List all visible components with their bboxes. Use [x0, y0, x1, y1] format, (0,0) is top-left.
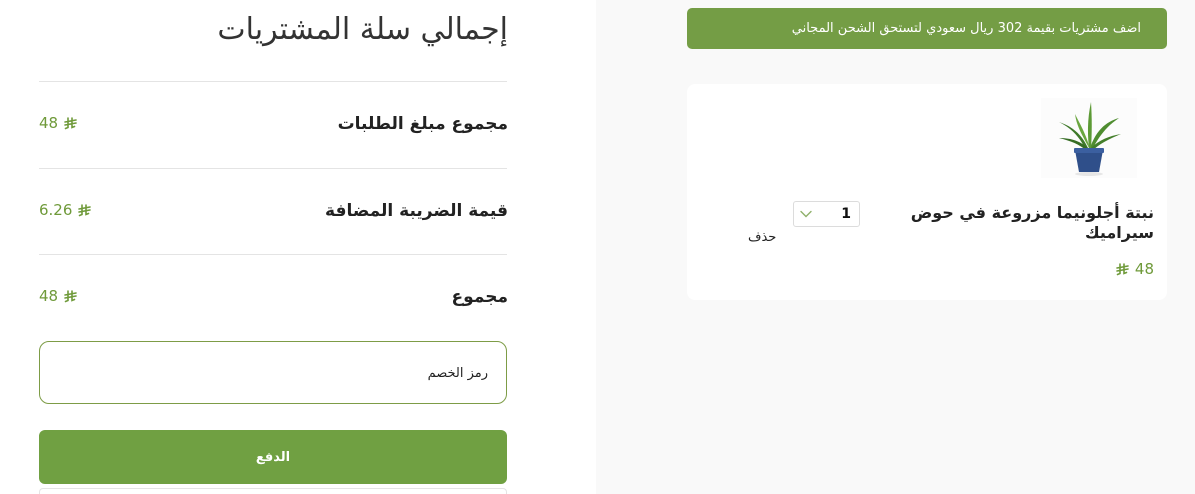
total-value: 48 — [39, 287, 77, 305]
quantity-select[interactable]: 1 — [793, 201, 860, 227]
product-price: 48 — [1116, 260, 1154, 278]
vat-label: قيمة الضريبة المضافة — [325, 201, 508, 221]
product-name[interactable]: نبتة أجلونيما مزروعة في حوض سيراميك — [904, 203, 1154, 243]
vat-value: 6.26 — [39, 201, 92, 219]
potted-plant-image — [1041, 98, 1137, 178]
divider — [39, 254, 507, 255]
quantity-value: 1 — [841, 206, 851, 222]
subtotal-amount: 48 — [39, 114, 59, 132]
order-summary-panel: إجمالي سلة المشتريات مجموع مبلغ الطلبات … — [0, 0, 596, 494]
product-price-amount: 48 — [1134, 260, 1154, 278]
subtotal-label: مجموع مبلغ الطلبات — [337, 114, 508, 134]
pay-button[interactable]: الدفع — [39, 430, 507, 484]
riyal-currency-icon — [78, 203, 92, 216]
secondary-button-edge — [39, 488, 507, 494]
total-label: مجموع — [451, 287, 508, 307]
divider — [39, 168, 507, 169]
coupon-input[interactable] — [52, 356, 504, 390]
total-amount: 48 — [39, 287, 59, 305]
subtotal-value: 48 — [39, 114, 77, 132]
cart-item: نبتة أجلونيما مزروعة في حوض سيراميك 48 1… — [687, 84, 1167, 300]
page-title: إجمالي سلة المشتريات — [217, 12, 508, 47]
riyal-currency-icon — [64, 289, 77, 302]
cart-panel: اضف مشتريات بقيمة 302 ريال سعودي لتستحق … — [596, 0, 1195, 494]
delete-item-link[interactable]: حذف — [748, 230, 776, 245]
vat-amount: 6.26 — [39, 201, 73, 219]
divider — [39, 81, 507, 82]
chevron-down-icon — [800, 210, 812, 218]
coupon-field-wrapper — [39, 341, 507, 404]
free-shipping-banner: اضف مشتريات بقيمة 302 ريال سعودي لتستحق … — [687, 8, 1167, 49]
riyal-currency-icon — [64, 116, 77, 129]
riyal-currency-icon — [1116, 262, 1129, 275]
